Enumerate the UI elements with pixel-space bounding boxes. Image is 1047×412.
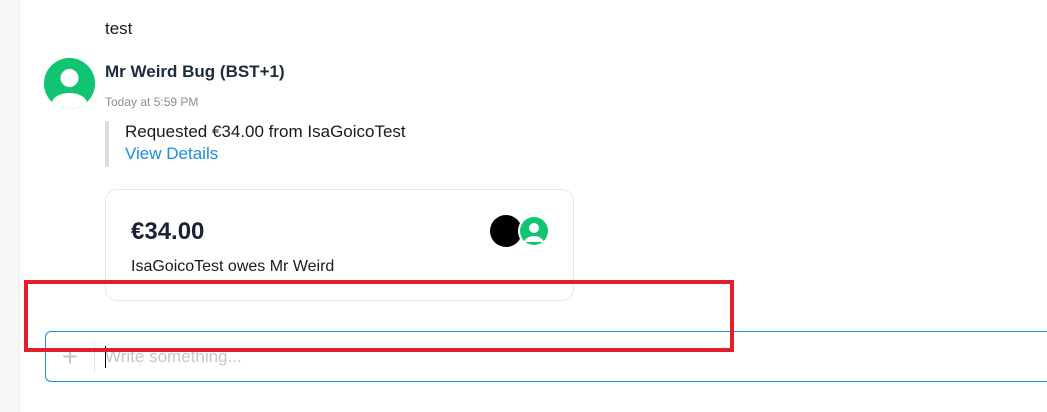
payment-description: IsaGoicoTest owes Mr Weird [131, 258, 335, 275]
left-rail [0, 0, 20, 412]
participant-avatars [490, 215, 552, 247]
message-timestamp: Today at 5:59 PM [105, 95, 199, 109]
request-text: Requested €34.00 from IsaGoicoTest [125, 122, 406, 141]
composer-divider [94, 342, 95, 372]
payment-card[interactable]: €34.00 IsaGoicoTest owes Mr Weird [105, 189, 574, 301]
payment-amount: €34.00 [131, 218, 205, 245]
message-author[interactable]: Mr Weird Bug (BST+1) [105, 62, 285, 82]
message-composer[interactable]: + [45, 331, 1047, 382]
user-avatar-icon[interactable] [44, 58, 95, 109]
plus-icon[interactable]: + [55, 342, 85, 372]
text-caret [105, 346, 106, 368]
message-input[interactable] [105, 342, 1025, 372]
payee-avatar-icon [518, 215, 550, 247]
payment-request-quote: Requested €34.00 from IsaGoicoTest View … [105, 121, 406, 167]
previous-message-text: test [105, 19, 133, 38]
view-details-link[interactable]: View Details [125, 142, 406, 165]
